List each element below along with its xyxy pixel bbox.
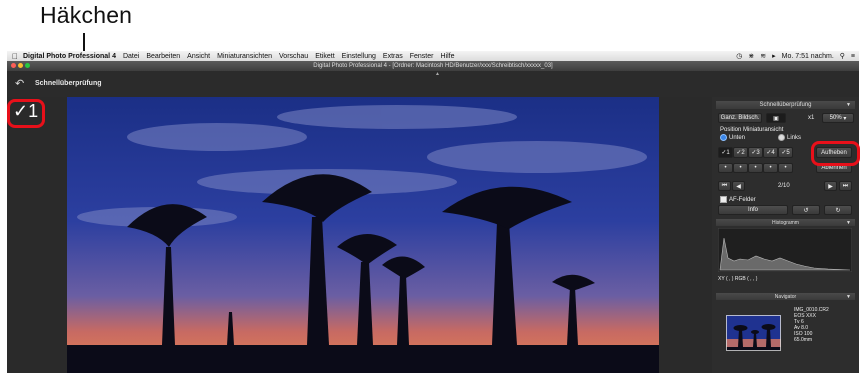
skip-first-icon: ⏮ bbox=[721, 182, 728, 189]
toolbar-title: Schnellüberprüfung bbox=[35, 80, 102, 87]
menu-bearbeiten[interactable]: Bearbeiten bbox=[146, 53, 180, 60]
rotate-left-button[interactable]: ↺ bbox=[792, 205, 820, 215]
check-mark-3-button[interactable]: ✓3 bbox=[748, 147, 763, 158]
menu-app[interactable]: Digital Photo Professional 4 bbox=[23, 53, 116, 60]
menu-bar:  Digital Photo Professional 4 Datei Bea… bbox=[7, 51, 859, 61]
zoom-select[interactable]: 50% ▾ bbox=[822, 113, 854, 123]
position-left-radio[interactable]: Links bbox=[778, 134, 801, 141]
baobab-photo bbox=[67, 97, 659, 373]
rating-dot-icon: • bbox=[754, 165, 757, 171]
collapse-icon[interactable]: ▼ bbox=[846, 294, 851, 300]
histogram-panel-header[interactable]: Histogramm ▼ bbox=[716, 219, 855, 226]
volume-icon[interactable]: ▸ bbox=[772, 52, 776, 60]
menu-hilfe[interactable]: Hilfe bbox=[440, 53, 454, 60]
collapse-icon[interactable]: ▼ bbox=[846, 102, 851, 108]
rating-dot-icon: • bbox=[739, 165, 742, 171]
last-image-button[interactable]: ⏭ bbox=[839, 181, 852, 191]
apple-icon[interactable]:  bbox=[7, 52, 23, 61]
collapse-icon[interactable]: ▼ bbox=[846, 220, 851, 226]
menu-einstellung[interactable]: Einstellung bbox=[342, 53, 376, 60]
zoom-value: 50% bbox=[829, 115, 842, 121]
rotate-right-icon: ↻ bbox=[835, 207, 841, 214]
wifi-icon[interactable]: ≋ bbox=[760, 52, 766, 60]
bluetooth-icon[interactable]: ⋇ bbox=[748, 52, 754, 60]
full-screen-button[interactable]: Ganz. Bildsch. bbox=[718, 113, 762, 123]
rating-3-button[interactable]: • bbox=[748, 163, 763, 173]
position-bottom-radio[interactable]: Unten bbox=[720, 134, 745, 141]
callout-label: Häkchen bbox=[40, 2, 133, 28]
zoom-window-icon[interactable] bbox=[25, 63, 30, 68]
check-mark-highlight bbox=[7, 99, 45, 128]
first-image-button[interactable]: ⏮ bbox=[718, 181, 731, 191]
histogram-readout: XY ( , ) RGB ( , , ) bbox=[718, 276, 758, 282]
menu-miniaturansichten[interactable]: Miniaturansichten bbox=[217, 53, 272, 60]
rating-dot-icon: • bbox=[724, 165, 727, 171]
spotlight-icon[interactable]: ⚲ bbox=[840, 52, 845, 60]
minimize-window-icon[interactable] bbox=[18, 63, 23, 68]
back-arrow-icon[interactable]: ↶ bbox=[15, 77, 24, 90]
time-machine-icon[interactable]: ◷ bbox=[736, 52, 742, 60]
window-titlebar: Digital Photo Professional 4 - [Ordner: … bbox=[7, 61, 859, 71]
fit-screen-icon: ▣ bbox=[773, 115, 779, 122]
radio-icon bbox=[778, 134, 785, 141]
toolbar: ↶ Schnellüberprüfung ▲ bbox=[7, 71, 859, 97]
check-mark-1-button[interactable]: ✓1 bbox=[718, 147, 733, 158]
right-panel: Schnellüberprüfung ▼ Ganz. Bildsch. ▣ x1 … bbox=[712, 97, 859, 373]
af-points-checkbox[interactable]: AF-Felder bbox=[720, 196, 756, 203]
image-viewer[interactable]: ✓1 bbox=[7, 97, 712, 373]
menu-datei[interactable]: Datei bbox=[123, 53, 139, 60]
rating-5-button[interactable]: • bbox=[778, 163, 793, 173]
zoom-x1-label[interactable]: x1 bbox=[808, 115, 814, 121]
close-window-icon[interactable] bbox=[11, 63, 16, 68]
collapse-toolbar-icon[interactable]: ▲ bbox=[435, 71, 440, 77]
window-title: Digital Photo Professional 4 - [Ordner: … bbox=[313, 63, 553, 69]
rating-4-button[interactable]: • bbox=[763, 163, 778, 173]
rating-dot-icon: • bbox=[784, 165, 787, 171]
check-mark-4-button[interactable]: ✓4 bbox=[763, 147, 778, 158]
menu-ansicht[interactable]: Ansicht bbox=[187, 53, 210, 60]
rating-1-button[interactable]: • bbox=[718, 163, 733, 173]
rotate-left-icon: ↺ bbox=[803, 207, 809, 214]
menu-etikett[interactable]: Etikett bbox=[315, 53, 334, 60]
rotate-right-button[interactable]: ↻ bbox=[824, 205, 852, 215]
previous-icon: ◀ bbox=[736, 183, 741, 190]
chevron-down-icon: ▾ bbox=[843, 115, 847, 122]
quick-check-panel-header[interactable]: Schnellüberprüfung ▼ bbox=[716, 101, 855, 109]
info-focal-length: 65.0mm bbox=[794, 337, 813, 343]
fit-screen-button[interactable]: ▣ bbox=[766, 113, 786, 123]
menu-extras[interactable]: Extras bbox=[383, 53, 403, 60]
radio-selected-icon bbox=[720, 134, 727, 141]
clear-button-highlight bbox=[811, 141, 860, 166]
menubar-clock[interactable]: Mo. 7:51 nachm. bbox=[782, 53, 834, 60]
menu-vorschau[interactable]: Vorschau bbox=[279, 53, 308, 60]
navigator-panel-header[interactable]: Navigator ▼ bbox=[716, 293, 855, 300]
histogram-graph bbox=[718, 228, 852, 272]
rating-dot-icon: • bbox=[769, 165, 772, 171]
skip-last-icon: ⏭ bbox=[842, 182, 849, 189]
menu-fenster[interactable]: Fenster bbox=[410, 53, 434, 60]
thumbnail-position-label: Position Miniaturansicht bbox=[720, 127, 784, 133]
info-button[interactable]: Info bbox=[718, 205, 788, 215]
next-icon: ▶ bbox=[828, 183, 833, 190]
previous-image-button[interactable]: ◀ bbox=[732, 181, 745, 191]
check-mark-5-button[interactable]: ✓5 bbox=[778, 147, 793, 158]
checkbox-icon bbox=[720, 196, 727, 203]
image-counter: 2/10 bbox=[778, 183, 790, 189]
next-image-button[interactable]: ▶ bbox=[824, 181, 837, 191]
check-mark-2-button[interactable]: ✓2 bbox=[733, 147, 748, 158]
rating-2-button[interactable]: • bbox=[733, 163, 748, 173]
list-icon[interactable]: ≡ bbox=[851, 53, 855, 60]
navigator-thumbnail[interactable] bbox=[726, 315, 781, 351]
